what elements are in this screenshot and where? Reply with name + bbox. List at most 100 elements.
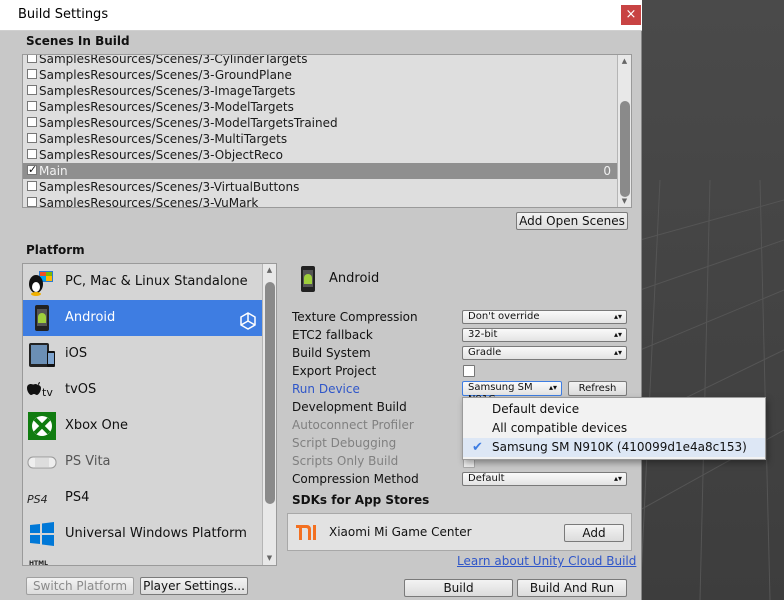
menu-item-label: All compatible devices bbox=[492, 421, 628, 435]
texture-compression-label: Texture Compression bbox=[292, 310, 418, 324]
platform-title: Android bbox=[329, 271, 380, 286]
scenes-list[interactable]: SamplesResources/Scenes/3-CylinderTarget… bbox=[22, 54, 632, 208]
platform-item-label: PS4 bbox=[65, 490, 90, 505]
scripts-only-build-label: Scripts Only Build bbox=[292, 454, 399, 468]
scene-name: SamplesResources/Scenes/3-CylinderTarget… bbox=[39, 54, 308, 66]
platform-item-label: PS Vita bbox=[65, 454, 111, 469]
build-system-value: Gradle bbox=[468, 347, 502, 358]
scene-row[interactable]: SamplesResources/Scenes/3-VirtualButtons bbox=[23, 179, 617, 195]
scroll-thumb[interactable] bbox=[265, 282, 275, 504]
updown-caret-icon: ▴▾ bbox=[613, 330, 622, 339]
scroll-down-icon[interactable]: ▼ bbox=[263, 552, 276, 564]
updown-caret-icon: ▴▾ bbox=[613, 312, 622, 321]
scene-checkbox[interactable] bbox=[27, 133, 37, 143]
scene-row[interactable]: SamplesResources/Scenes/3-ImageTargets bbox=[23, 83, 617, 99]
scene-name: SamplesResources/Scenes/3-VirtualButtons bbox=[39, 180, 300, 194]
build-settings-window: Build Settings × Scenes In Build Samples… bbox=[0, 0, 642, 600]
player-settings-button[interactable]: Player Settings... bbox=[140, 577, 248, 595]
scene-row[interactable]: SamplesResources/Scenes/3-VuMark bbox=[23, 195, 617, 207]
scene-row[interactable]: SamplesResources/Scenes/3-CylinderTarget… bbox=[23, 54, 617, 67]
scene-row[interactable]: SamplesResources/Scenes/3-ObjectReco bbox=[23, 147, 617, 163]
platform-item[interactable]: Android bbox=[23, 300, 263, 336]
platform-item-label: iOS bbox=[65, 346, 88, 361]
platform-item[interactable]: PS Vita bbox=[23, 444, 263, 480]
scene-row[interactable]: SamplesResources/Scenes/3-GroundPlane bbox=[23, 67, 617, 83]
compression-method-dropdown[interactable]: Default ▴▾ bbox=[462, 472, 627, 486]
platform-item[interactable]: tv tvOS bbox=[23, 372, 263, 408]
scene-checkbox[interactable] bbox=[27, 197, 37, 207]
platform-list[interactable]: PC, Mac & Linux Standalone Android iOS tv tv… bbox=[22, 263, 277, 566]
ps-vita-icon bbox=[27, 447, 57, 477]
run-device-label: Run Device bbox=[292, 382, 360, 396]
scene-row[interactable]: Main 0 bbox=[23, 162, 617, 179]
scene-row[interactable]: SamplesResources/Scenes/3-ModelTargets bbox=[23, 99, 617, 115]
updown-caret-icon: ▴▾ bbox=[548, 383, 557, 392]
unity-logo-icon bbox=[239, 309, 257, 330]
etc2-fallback-label: ETC2 fallback bbox=[292, 328, 373, 342]
scene-checkbox[interactable] bbox=[27, 55, 37, 63]
platform-item-label: Universal Windows Platform bbox=[65, 526, 247, 541]
etc2-fallback-value: 32-bit bbox=[468, 329, 498, 340]
scene-row[interactable]: SamplesResources/Scenes/3-ModelTargetsTr… bbox=[23, 115, 617, 131]
autoconnect-profiler-label: Autoconnect Profiler bbox=[292, 418, 414, 432]
scenes-scrollbar[interactable]: ▲ ▼ bbox=[617, 55, 631, 207]
platform-item[interactable]: Xbox One bbox=[23, 408, 263, 444]
platform-item-label: Android bbox=[65, 310, 116, 325]
scene-checkbox[interactable] bbox=[27, 69, 37, 79]
scroll-up-icon[interactable]: ▲ bbox=[618, 55, 631, 67]
platform-label: Platform bbox=[26, 243, 85, 257]
build-system-dropdown[interactable]: Gradle ▴▾ bbox=[462, 346, 627, 360]
texture-compression-dropdown[interactable]: Don't override ▴▾ bbox=[462, 310, 627, 324]
etc2-fallback-dropdown[interactable]: 32-bit ▴▾ bbox=[462, 328, 627, 342]
scene-name: SamplesResources/Scenes/3-ModelTargetsTr… bbox=[39, 116, 338, 130]
cloud-build-link[interactable]: Learn about Unity Cloud Build bbox=[457, 554, 636, 568]
scroll-down-icon[interactable]: ▼ bbox=[618, 195, 631, 207]
build-button[interactable]: Build bbox=[404, 579, 513, 597]
scene-checkbox[interactable] bbox=[27, 101, 37, 111]
export-project-label: Export Project bbox=[292, 364, 377, 378]
android-header-icon bbox=[298, 265, 318, 293]
run-device-menu-item[interactable]: ✔ Samsung SM N910K (410099d1e4a8c153) bbox=[463, 438, 765, 457]
refresh-button[interactable]: Refresh bbox=[568, 381, 627, 396]
scene-checkbox[interactable] bbox=[27, 85, 37, 95]
scene-checkbox[interactable] bbox=[27, 181, 37, 191]
build-and-run-button[interactable]: Build And Run bbox=[517, 579, 627, 597]
updown-caret-icon: ▴▾ bbox=[613, 348, 622, 357]
scroll-thumb[interactable] bbox=[620, 101, 630, 197]
menu-item-label: Samsung SM N910K (410099d1e4a8c153) bbox=[492, 440, 747, 454]
svg-text:tv: tv bbox=[42, 386, 53, 399]
close-button[interactable]: × bbox=[621, 5, 641, 25]
platform-item[interactable]: Universal Windows Platform bbox=[23, 516, 263, 552]
platform-item-label: tvOS bbox=[65, 382, 97, 397]
run-device-dropdown[interactable]: Samsung SM N91C ▴▾ bbox=[462, 381, 562, 405]
export-project-checkbox[interactable] bbox=[463, 365, 475, 377]
sdks-label: SDKs for App Stores bbox=[292, 493, 430, 507]
xbox-icon bbox=[27, 411, 57, 441]
switch-platform-button[interactable]: Switch Platform bbox=[26, 577, 134, 595]
scene-name: Main bbox=[39, 164, 68, 178]
script-debugging-label: Script Debugging bbox=[292, 436, 397, 450]
menu-item-label: Default device bbox=[492, 402, 580, 416]
updown-caret-icon: ▴▾ bbox=[613, 474, 622, 483]
run-device-menu[interactable]: Default device All compatible devices ✔ Sam… bbox=[462, 397, 766, 460]
scene-name: SamplesResources/Scenes/3-ModelTargets bbox=[39, 100, 294, 114]
scenes-in-build-label: Scenes In Build bbox=[26, 34, 130, 48]
build-system-label: Build System bbox=[292, 346, 371, 360]
add-sdk-button[interactable]: Add bbox=[564, 524, 624, 542]
add-open-scenes-button[interactable]: Add Open Scenes bbox=[516, 212, 628, 230]
platform-item[interactable]: iOS bbox=[23, 336, 263, 372]
scene-checkbox[interactable] bbox=[27, 117, 37, 127]
scene-row[interactable]: SamplesResources/Scenes/3-MultiTargets bbox=[23, 131, 617, 147]
scene-checkbox[interactable] bbox=[27, 149, 37, 159]
ios-icon bbox=[27, 339, 57, 369]
scene-checkbox[interactable] bbox=[27, 162, 37, 178]
platform-item[interactable]: HTML bbox=[23, 552, 263, 565]
run-device-menu-item[interactable]: All compatible devices bbox=[463, 419, 765, 438]
windows-icon bbox=[27, 519, 57, 549]
platform-scrollbar[interactable]: ▲ ▼ bbox=[262, 264, 276, 565]
run-device-menu-item[interactable]: Default device bbox=[463, 400, 765, 419]
platform-item[interactable]: PS4 PS4 bbox=[23, 480, 263, 516]
scroll-up-icon[interactable]: ▲ bbox=[263, 264, 276, 276]
platform-item[interactable]: PC, Mac & Linux Standalone bbox=[23, 264, 263, 300]
compression-method-label: Compression Method bbox=[292, 472, 419, 486]
